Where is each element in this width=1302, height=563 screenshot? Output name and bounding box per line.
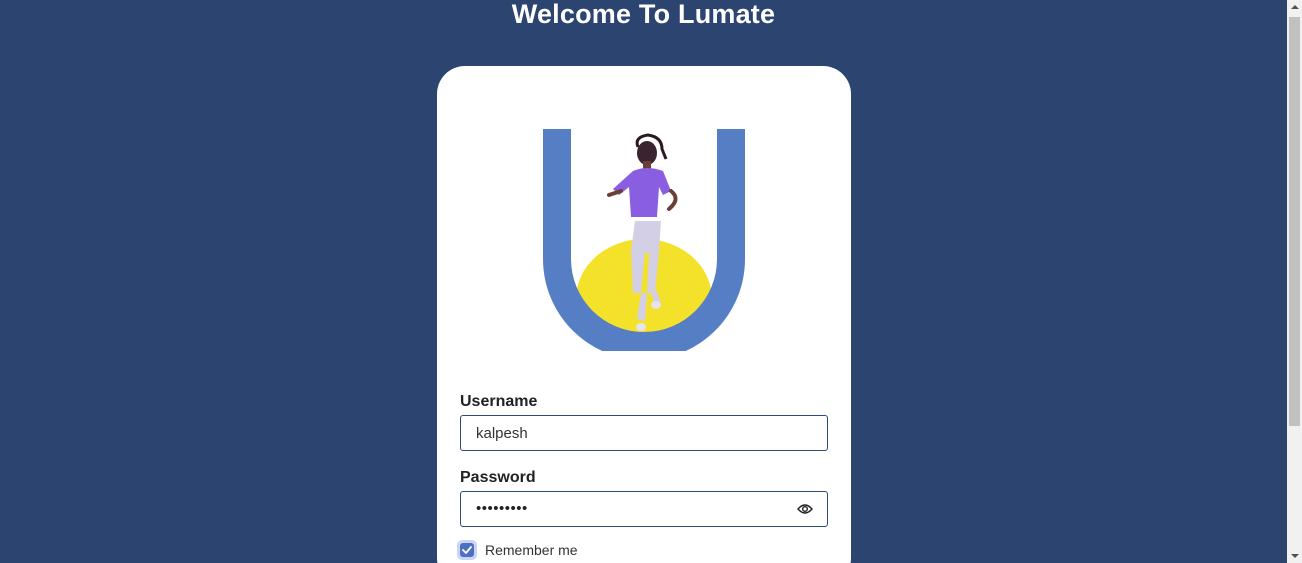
checkmark-icon — [462, 546, 472, 554]
password-input[interactable]: ••••••••• — [476, 492, 528, 526]
remember-me-row[interactable]: Remember me — [457, 540, 578, 560]
scroll-thumb[interactable] — [1289, 17, 1300, 426]
password-label: Password — [460, 469, 536, 486]
remember-me-checkbox[interactable] — [457, 540, 477, 560]
checkmark-box — [460, 543, 474, 557]
page-title: Welcome To Lumate — [511, 0, 776, 29]
remember-me-label: Remember me — [485, 542, 578, 558]
username-field[interactable] — [460, 415, 828, 451]
login-page: Welcome To Lumate Username kalpesh Passw… — [0, 0, 1302, 563]
eye-icon[interactable] — [797, 502, 813, 516]
vertical-scrollbar[interactable] — [1287, 0, 1302, 563]
scroll-up-arrow-icon[interactable] — [1291, 5, 1299, 9]
username-input[interactable] — [476, 416, 786, 450]
password-field[interactable]: ••••••••• — [460, 491, 828, 527]
lumate-logo-illustration — [543, 129, 745, 351]
username-label: Username — [460, 393, 538, 410]
login-card: Username Password ••••••••• Remember me — [437, 66, 851, 563]
scroll-down-arrow-icon[interactable] — [1291, 554, 1299, 558]
